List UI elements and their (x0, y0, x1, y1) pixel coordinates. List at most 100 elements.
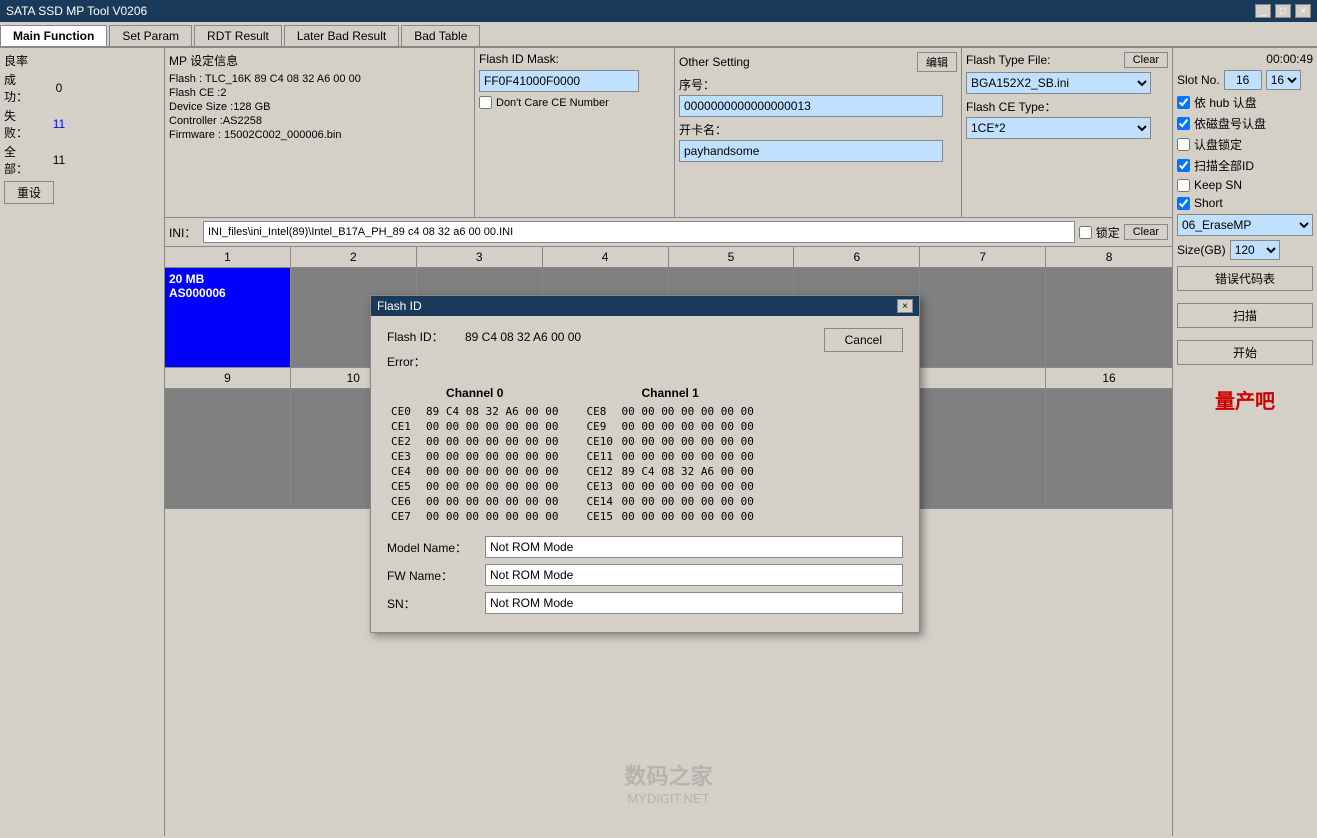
ini-input[interactable] (203, 221, 1075, 243)
title-bar: SATA SSD MP Tool V0206 _ □ × (0, 0, 1317, 22)
tab-later-bad-result[interactable]: Later Bad Result (284, 25, 399, 46)
table-row: CE1000 00 00 00 00 00 00 (582, 434, 757, 449)
window-controls: _ □ × (1255, 4, 1311, 18)
ini-clear-button[interactable]: Clear (1124, 224, 1168, 240)
fw-input[interactable] (485, 564, 903, 586)
keep-sn-checkbox[interactable] (1177, 179, 1190, 192)
lock-disk-checkbox[interactable] (1177, 138, 1190, 151)
flash-id-row: Flash ID： 89 C4 08 32 A6 00 00 (387, 328, 581, 345)
table-row: CE800 00 00 00 00 00 00 (582, 404, 757, 419)
slot-header-15 (920, 368, 1046, 388)
slot-header-2: 2 (291, 247, 417, 267)
mp-info-title: MP 设定信息 (169, 52, 470, 69)
dont-care-row: Don't Care CE Number (479, 96, 670, 109)
table-row: CE1300 00 00 00 00 00 00 (582, 479, 757, 494)
flash-id-mask-panel: Flash ID Mask: Don't Care CE Number (475, 48, 675, 217)
flash-type-row: Flash Type File: Clear (966, 52, 1168, 68)
short-checkbox[interactable] (1177, 197, 1190, 210)
table-row: CE089 C4 08 32 A6 00 00 (387, 404, 562, 419)
success-row: 成功： 0 (4, 71, 160, 105)
table-row: CE700 00 00 00 00 00 00 (387, 509, 562, 524)
slot-no-input[interactable] (1224, 70, 1262, 90)
tab-set-param[interactable]: Set Param (109, 25, 192, 46)
size-select[interactable]: 120 (1230, 240, 1280, 260)
success-label: 成功： (4, 71, 39, 105)
slot-cell-1: 20 MB AS000006 (165, 268, 291, 368)
mp-firmware: Firmware : 15002C002_000006.bin (169, 129, 470, 141)
model-label: Model Name： (387, 539, 477, 556)
slot-no-label: Slot No. (1177, 73, 1220, 87)
table-row: CE100 00 00 00 00 00 00 (387, 419, 562, 434)
disk-check-row: 依磁盘号认盘 (1177, 115, 1313, 132)
table-row: CE500 00 00 00 00 00 00 (387, 479, 562, 494)
tab-rdt-result[interactable]: RDT Result (194, 25, 282, 46)
minimize-btn[interactable]: _ (1255, 4, 1271, 18)
flash-type-label: Flash Type File: (966, 53, 1050, 67)
table-row: CE1400 00 00 00 00 00 00 (582, 494, 757, 509)
app-title: SATA SSD MP Tool V0206 (6, 4, 147, 18)
table-row: CE200 00 00 00 00 00 00 (387, 434, 562, 449)
ce-type-select[interactable]: 1CE*2 (966, 117, 1151, 139)
close-btn[interactable]: × (1295, 4, 1311, 18)
hub-check-row: 依 hub 认盘 (1177, 94, 1313, 111)
scan-button[interactable]: 扫描 (1177, 303, 1313, 328)
yield-row: 良率 (4, 52, 160, 69)
dont-care-label: Don't Care CE Number (496, 97, 609, 109)
cardname-label: 开卡名： (679, 121, 957, 138)
fw-label: FW Name： (387, 567, 477, 584)
lock-checkbox[interactable] (1079, 226, 1092, 239)
slot-header-8: 8 (1046, 247, 1172, 267)
sn-input[interactable] (485, 592, 903, 614)
disk-checkbox[interactable] (1177, 117, 1190, 130)
error-row: Error： (387, 353, 581, 370)
mp-flash-ce: Flash CE :2 (169, 87, 470, 99)
hub-check-label: 依 hub 认盘 (1194, 94, 1257, 111)
dont-care-checkbox[interactable] (479, 96, 492, 109)
timer-display: 00:00:49 (1177, 52, 1313, 66)
scan-all-label: 扫描全部ID (1194, 157, 1254, 174)
lock-check-row-right: 认盘锁定 (1177, 136, 1313, 153)
slot-header: 1 2 3 4 5 6 7 8 (165, 247, 1172, 268)
channel-tables: Channel 0 CE089 C4 08 32 A6 00 00CE100 0… (387, 386, 903, 524)
slot-header-9: 9 (165, 368, 291, 388)
tab-bad-table[interactable]: Bad Table (401, 25, 480, 46)
fail-label: 失败： (4, 107, 39, 141)
seq-input[interactable] (679, 95, 943, 117)
top-info-row: MP 设定信息 Flash : TLC_16K 89 C4 08 32 A6 0… (165, 48, 1172, 218)
slot-header-1: 1 (165, 247, 291, 267)
cardname-input[interactable] (679, 140, 943, 162)
short-row: Short (1177, 196, 1313, 210)
flash-id-dialog-value: 89 C4 08 32 A6 00 00 (465, 330, 581, 344)
seq-label: 序号： (679, 76, 957, 93)
table-row: CE600 00 00 00 00 00 00 (387, 494, 562, 509)
dialog-title: Flash ID (377, 299, 422, 313)
dialog-cancel-button[interactable]: Cancel (824, 328, 903, 352)
reset-button[interactable]: 重设 (4, 181, 54, 204)
total-label: 全部： (4, 143, 39, 177)
flash-type-clear-button[interactable]: Clear (1124, 52, 1168, 68)
error-table-button[interactable]: 错误代码表 (1177, 266, 1313, 291)
maximize-btn[interactable]: □ (1275, 4, 1291, 18)
keep-sn-row: Keep SN (1177, 178, 1313, 192)
slot-header-16: 16 (1046, 368, 1172, 388)
slot-no-select[interactable]: 16 (1266, 70, 1301, 90)
mode-dropdown[interactable]: 06_EraseMP (1177, 214, 1313, 236)
size-label: Size(GB) (1177, 243, 1226, 257)
fail-row: 失败： 11 (4, 107, 160, 141)
size-row: Size(GB) 120 (1177, 240, 1313, 260)
watermark: 数码之家 MYDIGIT.NET (624, 759, 712, 806)
other-setting-panel: Other Setting 编辑 序号： 开卡名： (675, 48, 962, 217)
tab-main-function[interactable]: Main Function (0, 25, 107, 46)
scan-all-checkbox[interactable] (1177, 159, 1190, 172)
lock-label: 锁定 (1096, 224, 1120, 241)
flash-id-mask-label: Flash ID Mask: (479, 52, 670, 66)
start-button[interactable]: 开始 (1177, 340, 1313, 365)
edit-button[interactable]: 编辑 (917, 52, 957, 72)
dialog-close-button[interactable]: × (897, 299, 913, 313)
hub-checkbox[interactable] (1177, 96, 1190, 109)
left-panel: 良率 成功： 0 失败： 11 全部： 11 重设 (0, 48, 165, 836)
model-input[interactable] (485, 536, 903, 558)
flash-type-select[interactable]: BGA152X2_SB.ini (966, 72, 1151, 94)
flash-id-mask-input[interactable] (479, 70, 639, 92)
slot1-line2: AS000006 (169, 286, 286, 300)
